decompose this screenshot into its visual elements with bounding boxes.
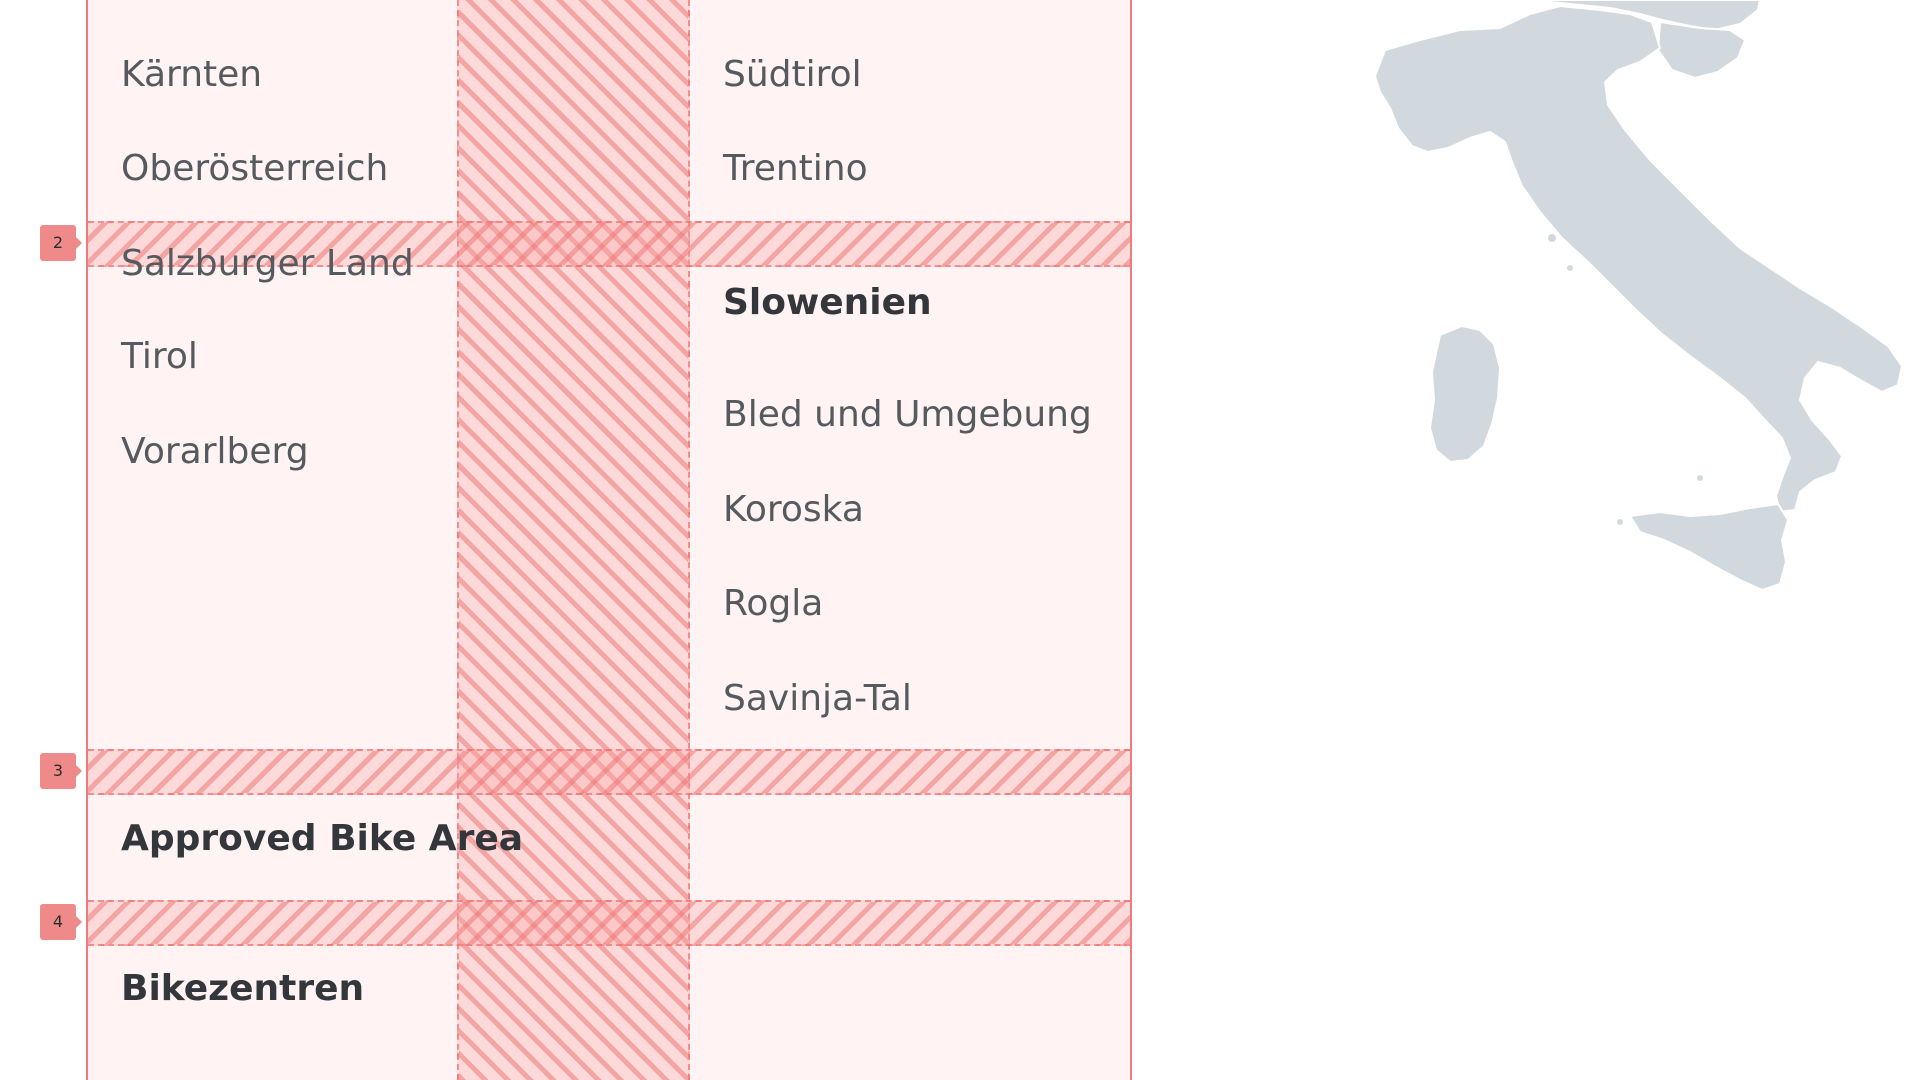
grid-row-marker-4: 4 <box>40 904 82 940</box>
menu-link-salzburger-land[interactable]: Salzburger Land <box>121 243 414 284</box>
menu-link-kaernten[interactable]: Kärnten <box>121 54 262 95</box>
grid-row-gap-3 <box>88 749 1130 795</box>
map-region-sicily <box>1629 503 1789 591</box>
menu-link-vorarlberg[interactable]: Vorarlberg <box>121 431 309 472</box>
menu-heading-slowenien: Slowenien <box>723 282 932 323</box>
menu-link-koroska[interactable]: Koroska <box>723 489 864 530</box>
menu-link-suedtirol[interactable]: Südtirol <box>723 54 862 95</box>
map-island-small-3 <box>1695 473 1705 483</box>
menu-link-trentino[interactable]: Trentino <box>723 148 868 189</box>
menu-link-rogla[interactable]: Rogla <box>723 583 823 624</box>
map-island-small-1 <box>1546 232 1558 244</box>
grid-row-marker-3: 3 <box>40 753 82 789</box>
map-island-small-2 <box>1565 263 1575 273</box>
menu-heading-bikezentren[interactable]: Bikezentren <box>121 968 364 1009</box>
menu-heading-approved-bike-area[interactable]: Approved Bike Area <box>121 818 523 859</box>
page-canvas: 2 3 4 Kärnten Oberösterreich Salzburger … <box>0 0 1920 1080</box>
menu-link-savinja-tal[interactable]: Savinja-Tal <box>723 678 912 719</box>
italy-map-image <box>1374 0 1903 591</box>
grid-row-gap-4 <box>88 900 1130 946</box>
menu-link-bled-und-umgebung[interactable]: Bled und Umgebung <box>723 394 1092 435</box>
menu-link-tirol[interactable]: Tirol <box>121 336 198 377</box>
map-region-sardinia <box>1429 325 1501 463</box>
menu-link-oberoesterreich[interactable]: Oberösterreich <box>121 148 388 189</box>
map-region-slovenia <box>1657 21 1746 79</box>
map-island-small-4 <box>1615 517 1625 527</box>
grid-row-marker-2: 2 <box>40 225 82 261</box>
